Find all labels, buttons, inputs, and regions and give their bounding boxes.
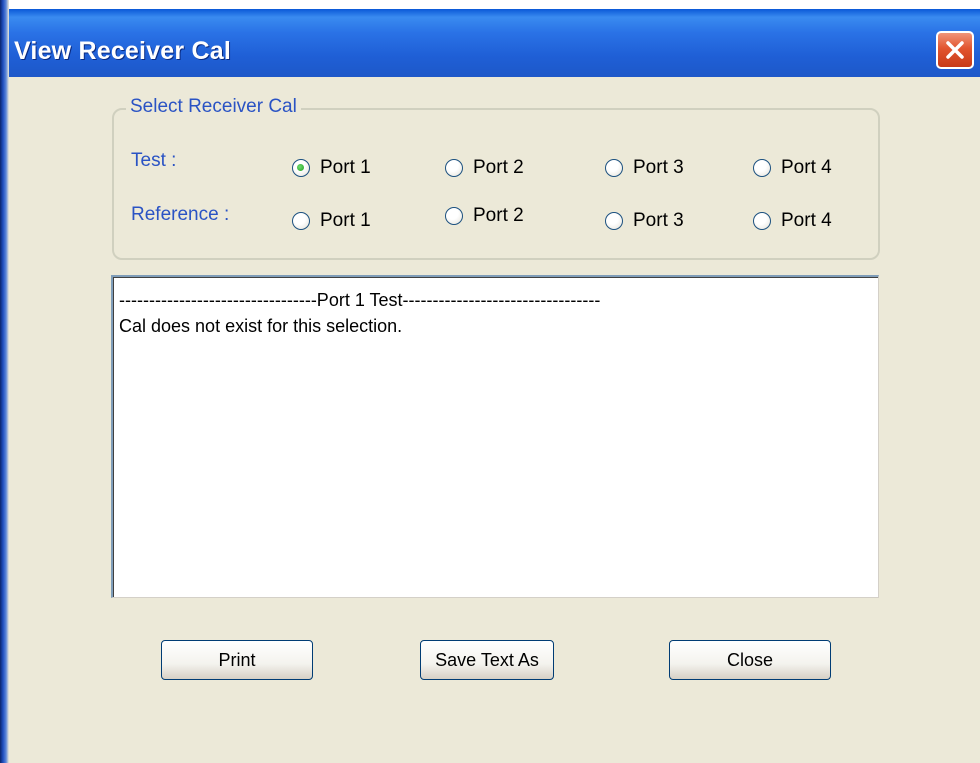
radio-label: Port 4 (781, 210, 832, 231)
window-left-border (0, 0, 9, 763)
radio-label: Port 2 (473, 157, 524, 178)
group-legend: Select Receiver Cal (126, 96, 301, 118)
test-port-3-radio[interactable]: Port 3 (605, 155, 684, 181)
test-port-2-radio[interactable]: Port 2 (445, 155, 524, 181)
reference-port-1-radio[interactable]: Port 1 (292, 208, 371, 234)
radio-unchecked-icon (445, 159, 463, 177)
test-port-4-radio[interactable]: Port 4 (753, 155, 832, 181)
radio-label: Port 1 (320, 157, 371, 178)
close-button[interactable]: Close (669, 640, 831, 680)
reference-port-2-radio[interactable]: Port 2 (445, 203, 524, 229)
radio-label: Port 3 (633, 210, 684, 231)
output-header-line: ---------------------------------Port 1 … (119, 290, 601, 310)
save-text-as-button[interactable]: Save Text As (420, 640, 554, 680)
test-port-1-radio[interactable]: Port 1 (292, 155, 371, 181)
close-window-button[interactable] (936, 31, 974, 69)
reference-row-label: Reference : (131, 204, 230, 225)
radio-unchecked-icon (753, 212, 771, 230)
title-bar[interactable]: View Receiver Cal (0, 9, 980, 77)
radio-label: Port 3 (633, 157, 684, 178)
radio-unchecked-icon (753, 159, 771, 177)
window-title: View Receiver Cal (14, 37, 231, 65)
reference-port-4-radio[interactable]: Port 4 (753, 208, 832, 234)
test-row-label: Test : (131, 150, 177, 171)
close-x-icon (946, 41, 964, 59)
radio-label: Port 4 (781, 157, 832, 178)
radio-unchecked-icon (445, 207, 463, 225)
output-message-line: Cal does not exist for this selection. (119, 316, 403, 336)
radio-unchecked-icon (605, 159, 623, 177)
reference-port-3-radio[interactable]: Port 3 (605, 208, 684, 234)
cal-output-textarea[interactable]: ---------------------------------Port 1 … (111, 275, 879, 598)
radio-unchecked-icon (605, 212, 623, 230)
radio-checked-icon (292, 159, 310, 177)
radio-label: Port 1 (320, 210, 371, 231)
view-receiver-cal-dialog: View Receiver Cal Select Receiver Cal Te… (0, 0, 980, 763)
window-top-edge (0, 0, 980, 9)
print-button[interactable]: Print (161, 640, 313, 680)
radio-label: Port 2 (473, 205, 524, 226)
select-receiver-cal-group (112, 108, 880, 260)
radio-unchecked-icon (292, 212, 310, 230)
